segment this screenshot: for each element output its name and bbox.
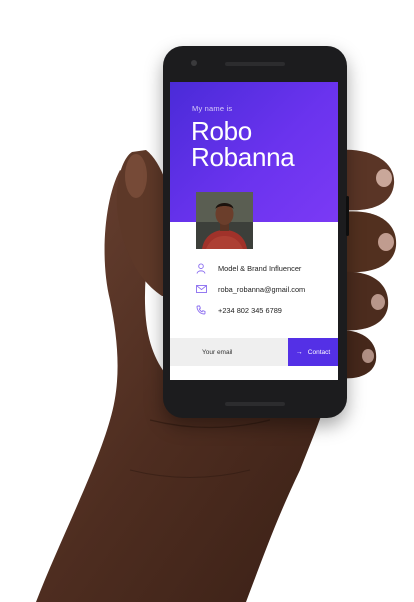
contact-button[interactable]: → Contact xyxy=(288,338,338,366)
phone-screen: My name is Robo Robanna Model & Brand In… xyxy=(170,82,338,380)
phone-text[interactable]: +234 802 345 6789 xyxy=(218,306,282,315)
email-input[interactable] xyxy=(170,338,288,366)
email-text[interactable]: roba_robanna@gmail.com xyxy=(218,285,305,294)
power-button xyxy=(346,196,349,236)
bottom-speaker xyxy=(225,402,285,406)
profile-photo xyxy=(196,192,253,249)
front-camera xyxy=(191,60,197,66)
name-intro: My name is xyxy=(192,104,233,113)
portrait-image xyxy=(196,192,253,249)
person-icon xyxy=(194,262,208,274)
arrow-right-icon: → xyxy=(295,348,303,356)
last-name: Robanna xyxy=(191,142,295,172)
scene: My name is Robo Robanna Model & Brand In… xyxy=(0,0,414,602)
phone-icon xyxy=(194,304,208,316)
profile-name: Robo Robanna xyxy=(191,116,295,172)
first-name: Robo xyxy=(191,116,252,146)
earpiece-speaker xyxy=(225,62,285,66)
contact-button-label: Contact xyxy=(307,348,331,356)
mail-icon xyxy=(194,283,208,295)
occupation-text: Model & Brand Influencer xyxy=(218,263,302,273)
contact-form: → Contact xyxy=(170,338,338,366)
detail-email: roba_robanna@gmail.com xyxy=(194,283,305,295)
phone-device: My name is Robo Robanna Model & Brand In… xyxy=(163,46,349,418)
detail-phone: +234 802 345 6789 xyxy=(194,304,282,316)
detail-occupation: Model & Brand Influencer xyxy=(194,262,301,274)
